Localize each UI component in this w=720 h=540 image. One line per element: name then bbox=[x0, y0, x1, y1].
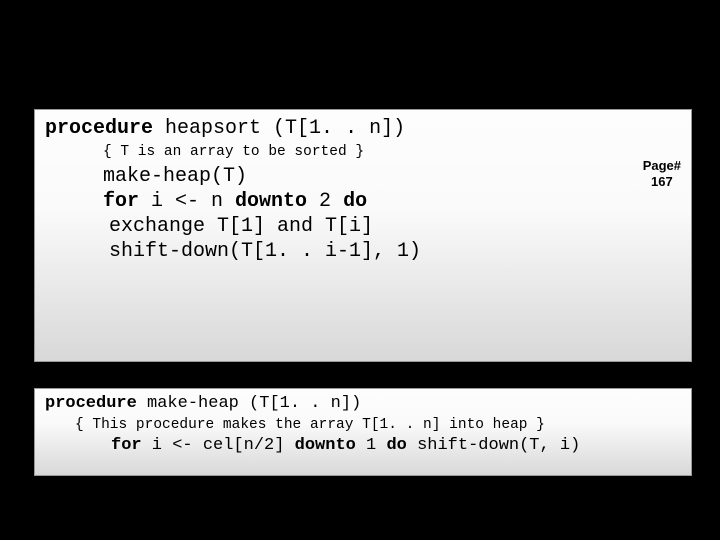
keyword-procedure: procedure bbox=[45, 117, 153, 140]
code-panel-heapsort: procedure heapsort (T[1. . n]) { T is an… bbox=[34, 109, 692, 362]
proc-header-1: procedure heapsort (T[1. . n]) bbox=[45, 116, 681, 142]
code-line-exchange: exchange T[1] and T[i] bbox=[109, 214, 681, 239]
code-line-makeheap: make-heap(T) bbox=[103, 164, 681, 189]
page-num: 167 bbox=[651, 174, 673, 189]
proc-header-2: procedure make-heap (T[1. . n]) bbox=[45, 393, 681, 415]
proc-name-2: make-heap (T[1. . n]) bbox=[137, 394, 361, 413]
for2-rest: shift-down(T, i) bbox=[407, 436, 580, 455]
keyword-downto: downto bbox=[235, 190, 307, 213]
for-rest: 2 bbox=[307, 190, 343, 213]
for2-mid: i <- cel[n/2] bbox=[142, 436, 295, 455]
comment-1: { T is an array to be sorted } bbox=[103, 142, 681, 164]
page-label: Page# bbox=[643, 158, 681, 173]
keyword-for: for bbox=[103, 190, 139, 213]
proc-name-1: heapsort (T[1. . n]) bbox=[153, 117, 405, 140]
keyword-do-2: do bbox=[386, 436, 406, 455]
code-line-for: for i <- n downto 2 do bbox=[103, 189, 681, 214]
code-line-shiftdown: shift-down(T[1. . i-1], 1) bbox=[109, 239, 681, 264]
keyword-procedure-2: procedure bbox=[45, 394, 137, 413]
page-number-tag: Page# 167 bbox=[643, 158, 681, 191]
keyword-for-2: for bbox=[111, 436, 142, 455]
keyword-downto-2: downto bbox=[295, 436, 356, 455]
code-line-for-2: for i <- cel[n/2] downto 1 do shift-down… bbox=[111, 435, 681, 457]
comment-2: { This procedure makes the array T[1. . … bbox=[75, 415, 681, 435]
code-panel-makeheap: procedure make-heap (T[1. . n]) { This p… bbox=[34, 388, 692, 476]
for-mid: i <- n bbox=[139, 190, 235, 213]
keyword-do: do bbox=[343, 190, 367, 213]
for2-mid2: 1 bbox=[356, 436, 387, 455]
